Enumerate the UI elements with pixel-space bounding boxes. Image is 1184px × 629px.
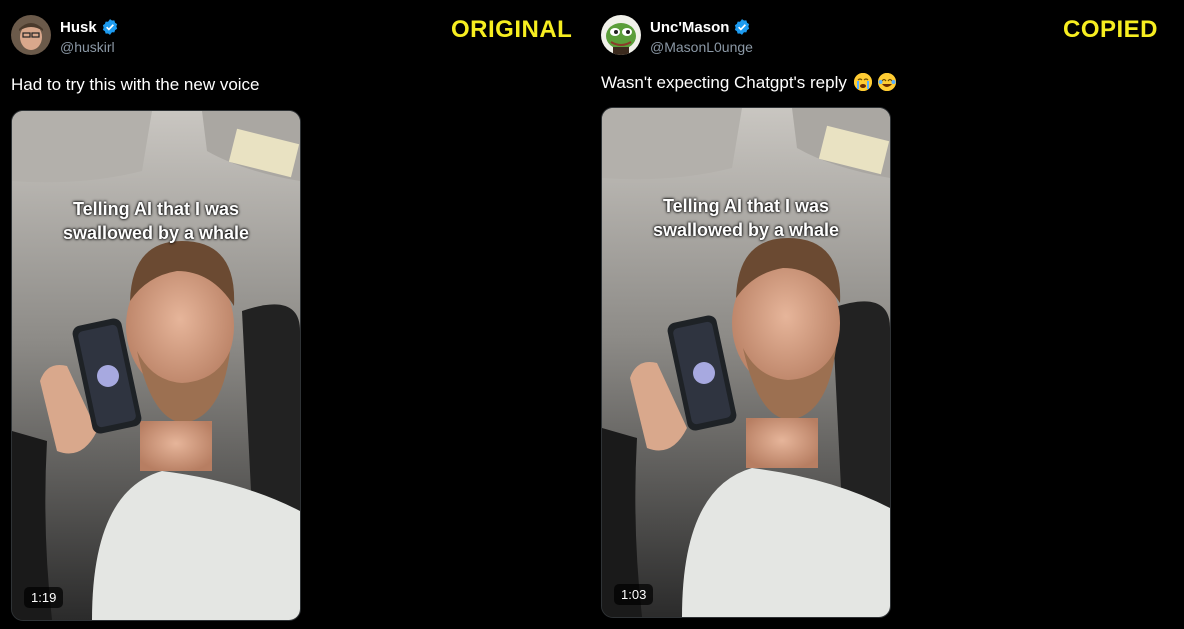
name-row: Unc'Mason [650, 18, 751, 36]
avatar-husk[interactable] [11, 15, 51, 55]
verified-badge-icon [735, 19, 750, 35]
video-player[interactable]: Telling AI that I was swallowed by a wha… [11, 110, 301, 621]
verified-badge-icon [102, 19, 117, 35]
tweet-text: Wasn't expecting Chatgpt's reply [601, 73, 897, 93]
tweet-original: Husk @huskirl ORIGINAL Had to try this w… [0, 0, 592, 629]
tweet-copied: Unc'Mason @MasonL0unge COPIED Wasn't exp… [592, 0, 1184, 629]
video-duration: 1:19 [24, 587, 64, 608]
display-name[interactable]: Husk [60, 19, 97, 36]
tweet-text-content: Wasn't expecting Chatgpt's reply [601, 73, 847, 92]
handle[interactable]: @huskirl [60, 39, 115, 55]
avatar-uncmason[interactable] [601, 15, 641, 55]
name-row: Husk [60, 18, 119, 36]
copied-label: COPIED [1063, 16, 1159, 43]
video-duration: 1:03 [614, 584, 654, 605]
video-thumbnail [602, 108, 890, 617]
video-caption: Telling AI that I was swallowed by a wha… [652, 196, 840, 240]
loudly-crying-face-icon [853, 73, 872, 91]
video-caption: Telling AI that I was swallowed by a wha… [62, 199, 250, 243]
tweet-text: Had to try this with the new voice [11, 75, 260, 94]
display-name[interactable]: Unc'Mason [650, 19, 729, 36]
handle[interactable]: @MasonL0unge [650, 39, 753, 55]
original-label: ORIGINAL [451, 16, 573, 43]
video-thumbnail [12, 111, 300, 620]
video-player[interactable]: Telling AI that I was swallowed by a wha… [601, 107, 891, 618]
tears-of-joy-face-icon [878, 73, 897, 91]
